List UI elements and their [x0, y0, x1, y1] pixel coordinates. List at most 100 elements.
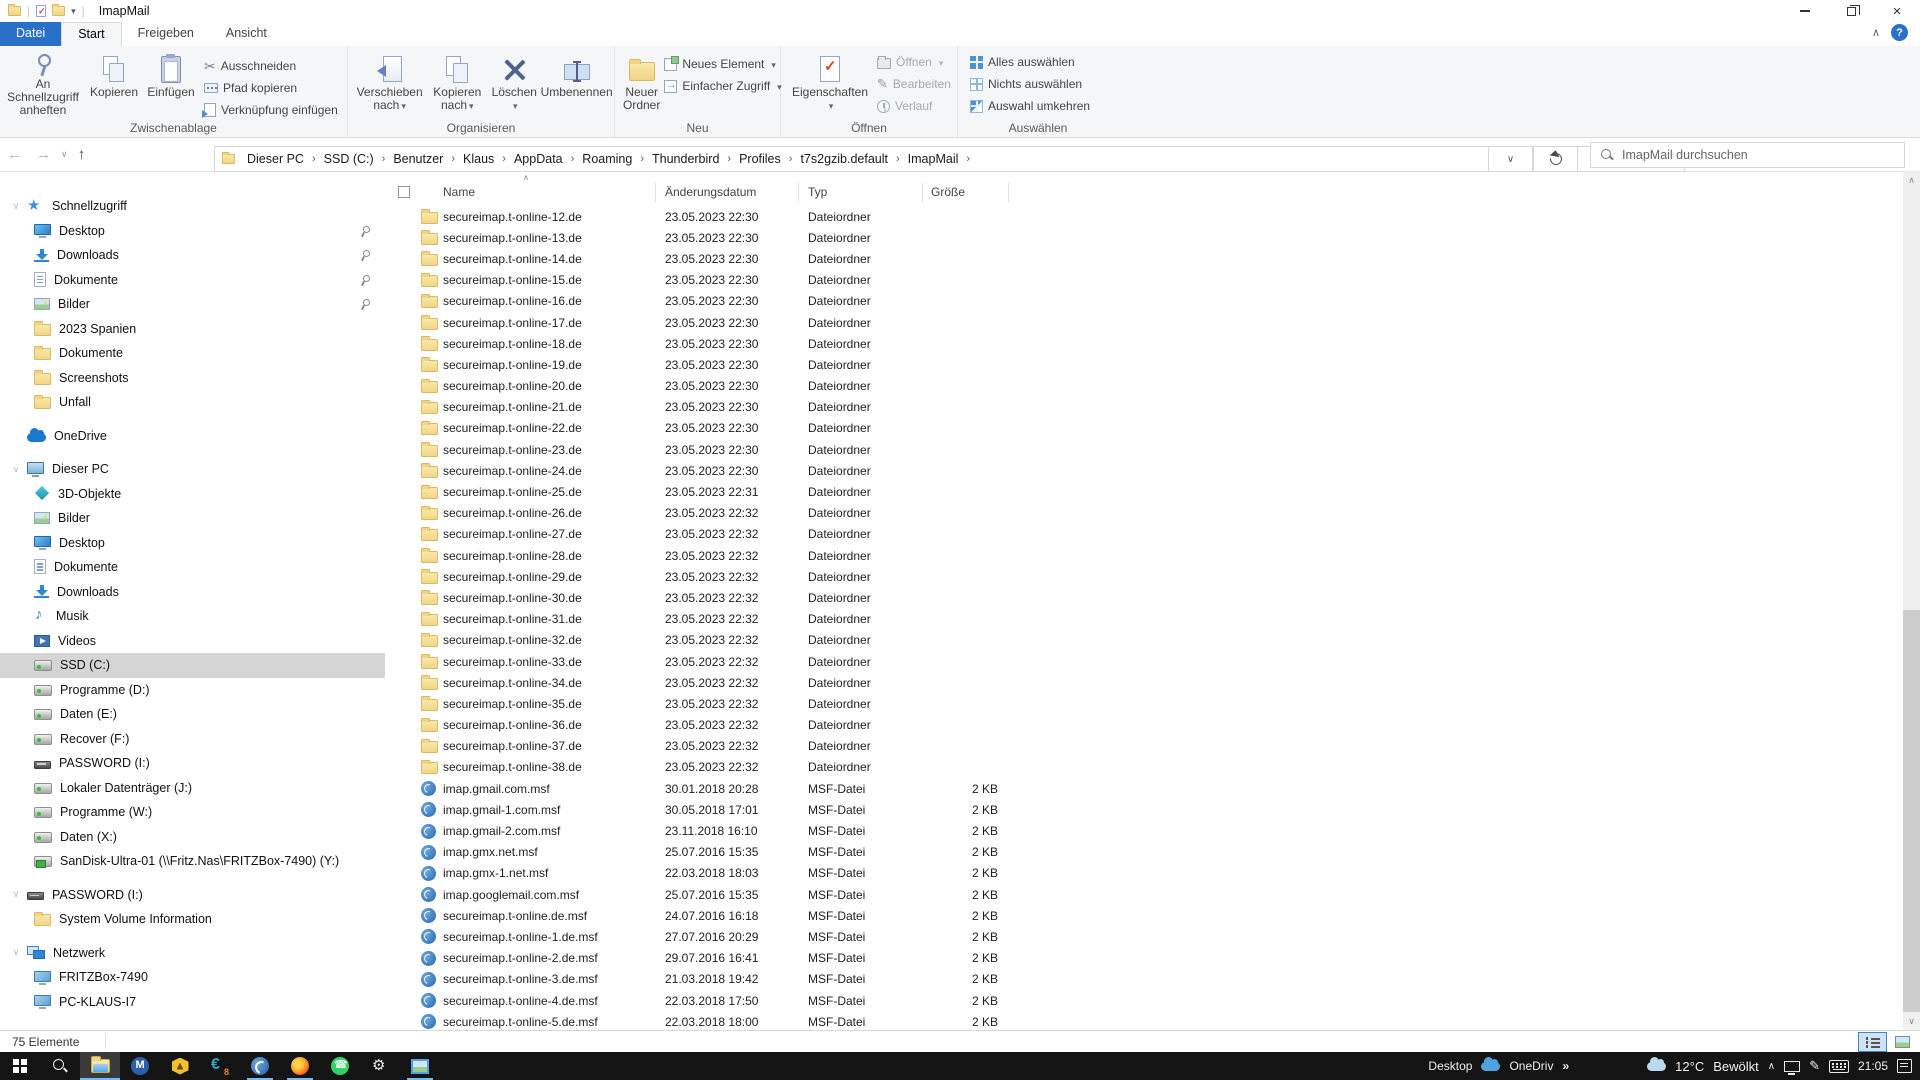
breadcrumb-separator-icon[interactable]: › — [785, 153, 797, 165]
breadcrumb[interactable]: Dieser PC› SSD (C:)› Benutzer› Klaus› Ap… — [214, 146, 1685, 172]
delete-button[interactable]: Löschen — [489, 49, 539, 117]
file-row[interactable]: secureimap.t-online-2.de.msf 29.07.2016 … — [385, 948, 1903, 969]
breadcrumb-separator-icon[interactable]: › — [567, 153, 579, 165]
file-row[interactable]: secureimap.t-online-13.de 23.05.2023 22:… — [385, 227, 1903, 248]
file-row[interactable]: secureimap.t-online-32.de 23.05.2023 22:… — [385, 630, 1903, 651]
sidebar-item[interactable]: Bilder — [0, 292, 385, 317]
qat-customize-chevron-icon[interactable]: ▾ — [71, 6, 76, 17]
weather-condition[interactable]: Bewölkt — [1713, 1059, 1759, 1074]
file-row[interactable]: secureimap.t-online-27.de 23.05.2023 22:… — [385, 524, 1903, 545]
breadcrumb-separator-icon[interactable]: › — [378, 153, 390, 165]
select-none-button[interactable]: Nichts auswählen — [966, 73, 1090, 95]
clock[interactable]: 21:05 — [1858, 1059, 1888, 1073]
sidebar-item[interactable]: Screenshots — [0, 366, 385, 391]
ribbon-tab[interactable]: Datei — [0, 22, 61, 46]
properties-qat-icon[interactable] — [36, 5, 46, 17]
weather-cloud-icon[interactable] — [1647, 1062, 1666, 1071]
sidebar-item[interactable]: SanDisk-Ultra-01 (\\Fritz.Nas\FRITZBox-7… — [0, 849, 385, 874]
file-row[interactable]: secureimap.t-online-1.de.msf 27.07.2016 … — [385, 926, 1903, 947]
breadcrumb-item[interactable]: Dieser PC› — [243, 147, 320, 171]
start-button[interactable] — [0, 1052, 40, 1080]
file-row[interactable]: secureimap.t-online-34.de 23.05.2023 22:… — [385, 672, 1903, 693]
explorer-button[interactable] — [80, 1052, 120, 1080]
expand-chevron-icon[interactable]: ∨ — [10, 889, 22, 900]
file-row[interactable]: secureimap.t-online-25.de 23.05.2023 22:… — [385, 481, 1903, 502]
paste-button[interactable]: Einfügen — [142, 49, 200, 117]
sidebar-item[interactable]: Desktop — [0, 531, 385, 556]
sidebar-item[interactable]: System Volume Information — [0, 907, 385, 932]
breadcrumb-separator-icon[interactable]: › — [447, 153, 459, 165]
file-row[interactable]: secureimap.t-online-26.de 23.05.2023 22:… — [385, 503, 1903, 524]
file-row[interactable]: secureimap.t-online-21.de 23.05.2023 22:… — [385, 397, 1903, 418]
breadcrumb-separator-icon[interactable]: › — [723, 153, 735, 165]
touch-keyboard-icon[interactable] — [1829, 1060, 1849, 1073]
file-row[interactable]: imap.gmail-1.com.msf 30.05.2018 17:01 MS… — [385, 799, 1903, 820]
paste-shortcut-button[interactable]: Verknüpfung einfügen — [200, 99, 338, 121]
file-row[interactable]: secureimap.t-online-37.de 23.05.2023 22:… — [385, 736, 1903, 757]
new-folder-button[interactable]: Neuer Ordner — [623, 49, 660, 117]
sidebar-item[interactable]: Downloads — [0, 243, 385, 268]
file-row[interactable]: secureimap.t-online-38.de 23.05.2023 22:… — [385, 757, 1903, 778]
details-view-button[interactable] — [1858, 1032, 1887, 1052]
file-row[interactable]: secureimap.t-online-29.de 23.05.2023 22:… — [385, 566, 1903, 587]
file-row[interactable]: secureimap.t-online-28.de 23.05.2023 22:… — [385, 545, 1903, 566]
breadcrumb-separator-icon[interactable]: › — [892, 153, 904, 165]
file-row[interactable]: secureimap.t-online-12.de 23.05.2023 22:… — [385, 206, 1903, 227]
recent-locations-chevron-icon[interactable]: ∨ — [58, 149, 71, 160]
sidebar-item[interactable]: Unfall — [0, 390, 385, 415]
action-center-icon[interactable] — [1897, 1059, 1912, 1073]
breadcrumb-item[interactable]: t7s2gzib.default› — [796, 147, 903, 171]
hexagon-app-button[interactable] — [160, 1052, 200, 1080]
breadcrumb-item[interactable]: Benutzer› — [389, 147, 459, 171]
sidebar-item[interactable]: Bilder — [0, 506, 385, 531]
column-header-type[interactable]: Typ — [808, 185, 827, 199]
file-row[interactable]: secureimap.t-online-33.de 23.05.2023 22:… — [385, 651, 1903, 672]
file-row[interactable]: secureimap.t-online-31.de 23.05.2023 22:… — [385, 609, 1903, 630]
ribbon-tab[interactable]: Start — [61, 22, 121, 46]
pen-tray-icon[interactable]: ✎ — [1809, 1058, 1820, 1074]
sidebar-item[interactable]: ∨ Dieser PC — [0, 457, 385, 482]
copy-button[interactable]: Kopieren — [86, 49, 142, 117]
column-header-date[interactable]: Änderungsdatum — [665, 185, 756, 199]
help-icon[interactable]: ? — [1891, 24, 1908, 41]
minimize-button[interactable] — [1782, 0, 1828, 22]
file-row[interactable]: secureimap.t-online.de.msf 24.07.2016 16… — [385, 905, 1903, 926]
file-row[interactable]: secureimap.t-online-36.de 23.05.2023 22:… — [385, 715, 1903, 736]
sidebar-item[interactable]: Lokaler Datenträger (J:) — [0, 776, 385, 801]
breadcrumb-item[interactable]: SSD (C:)› — [320, 147, 390, 171]
breadcrumb-item[interactable]: AppData› — [510, 147, 578, 171]
easy-access-button[interactable]: Einfacher Zugriff — [660, 75, 781, 97]
cut-button[interactable]: Ausschneiden — [200, 55, 338, 77]
sidebar-item[interactable]: Recover (F:) — [0, 727, 385, 752]
file-row[interactable]: secureimap.t-online-5.de.msf 22.03.2018 … — [385, 1011, 1903, 1030]
sidebar-item[interactable]: OneDrive — [0, 424, 385, 449]
refresh-button[interactable] — [1533, 146, 1578, 172]
file-row[interactable]: secureimap.t-online-17.de 23.05.2023 22:… — [385, 312, 1903, 333]
back-button[interactable]: ← — [0, 146, 29, 163]
sidebar-item[interactable]: Daten (X:) — [0, 825, 385, 850]
breadcrumb-item[interactable]: Klaus› — [459, 147, 510, 171]
file-row[interactable]: imap.gmx-1.net.msf 22.03.2018 18:03 MSF-… — [385, 863, 1903, 884]
sidebar-item[interactable]: ∨ Netzwerk — [0, 941, 385, 966]
sidebar-item[interactable]: PC-KLAUS-I7 — [0, 990, 385, 1015]
vertical-scrollbar[interactable]: ∧ ∨ — [1903, 172, 1920, 1030]
up-button[interactable]: ↑ — [71, 146, 93, 163]
collapse-ribbon-icon[interactable]: ∧ — [1872, 26, 1880, 39]
sidebar-item[interactable]: Dokumente — [0, 341, 385, 366]
onedrive-icon[interactable] — [1481, 1062, 1500, 1071]
sidebar-item[interactable]: Downloads — [0, 580, 385, 605]
sidebar-item[interactable]: Dokumente — [0, 555, 385, 580]
thunderbird-button[interactable] — [240, 1052, 280, 1080]
search-button[interactable] — [40, 1052, 80, 1080]
euro-app-button[interactable] — [200, 1052, 240, 1080]
new-item-button[interactable]: Neues Element — [660, 53, 781, 75]
forward-button[interactable]: → — [29, 146, 58, 163]
move-to-button[interactable]: Verschieben nach — [354, 49, 425, 117]
m-app-button[interactable] — [120, 1052, 160, 1080]
file-row[interactable]: imap.gmx.net.msf 25.07.2016 15:35 MSF-Da… — [385, 842, 1903, 863]
invert-selection-button[interactable]: Auswahl umkehren — [966, 95, 1090, 117]
sidebar-item[interactable]: Desktop — [0, 219, 385, 244]
copy-to-button[interactable]: Kopieren nach — [425, 49, 489, 117]
breadcrumb-separator-icon[interactable]: › — [962, 153, 974, 165]
ribbon-tab[interactable]: Freigeben — [122, 22, 210, 46]
